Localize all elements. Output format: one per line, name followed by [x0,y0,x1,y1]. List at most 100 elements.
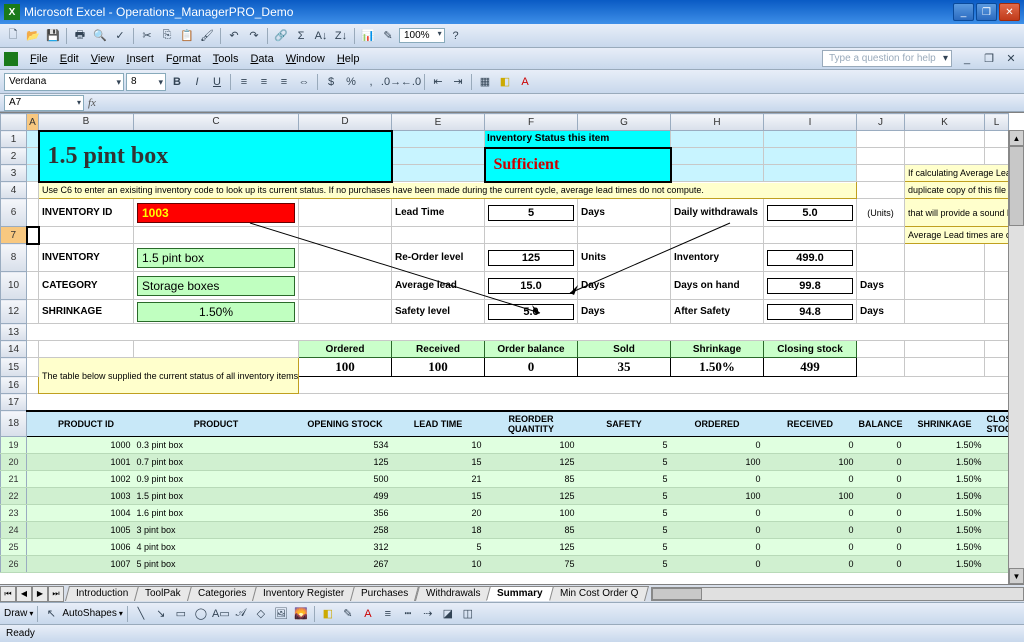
workbook-icon[interactable] [4,52,18,66]
close-button[interactable]: ✕ [999,3,1020,21]
column-headers[interactable]: ABCDEFGHIJKL [1,114,1009,131]
scroll-down-button[interactable]: ▼ [1009,568,1024,584]
font-color-icon[interactable]: A [516,73,534,91]
line-color-icon[interactable]: ✎ [339,605,357,623]
align-left-icon[interactable]: ≡ [235,73,253,91]
tab-next-button[interactable]: ▶ [32,586,48,602]
select-objects-icon[interactable]: ↖ [42,605,60,623]
redo-icon[interactable]: ↷ [245,27,263,45]
menu-file[interactable]: File [24,51,54,67]
open-icon[interactable]: 📂 [24,27,42,45]
scroll-thumb[interactable] [1009,146,1024,226]
sort-asc-icon[interactable]: A↓ [312,27,330,45]
menu-edit[interactable]: Edit [54,51,85,67]
fill-color-icon[interactable]: ◧ [496,73,514,91]
undo-icon[interactable]: ↶ [225,27,243,45]
print-icon[interactable]: 🖶 [71,27,89,45]
hyperlink-icon[interactable]: 🔗 [272,27,290,45]
sheet-tab[interactable]: Summary [486,586,554,601]
clipart-icon[interactable]: 🖼 [272,605,290,623]
font-color-draw-icon[interactable]: A [359,605,377,623]
decrease-decimal-icon[interactable]: ←.0 [402,73,420,91]
help-search[interactable]: Type a question for help [822,50,952,67]
doc-restore-button[interactable]: ❐ [980,50,998,68]
maximize-button[interactable]: ❐ [976,3,997,21]
table-row[interactable]: 2210031.5 pint box49915125510010001.50% [1,487,1009,504]
3d-icon[interactable]: ◫ [459,605,477,623]
selected-cell[interactable] [27,227,39,244]
new-icon[interactable]: 🗋 [4,27,22,45]
sheet-tab[interactable]: Categories [187,586,257,601]
font-size-combo[interactable]: 8 [126,73,166,91]
arrow-icon[interactable]: ↘ [152,605,170,623]
preview-icon[interactable]: 🔍 [91,27,109,45]
sort-desc-icon[interactable]: Z↓ [332,27,350,45]
table-row[interactable]: 2110020.9 pint box500218550001.50% [1,470,1009,487]
comma-icon[interactable]: , [362,73,380,91]
bold-button[interactable]: B [168,73,186,91]
menu-view[interactable]: View [85,51,121,67]
save-icon[interactable]: 💾 [44,27,62,45]
paste-icon[interactable]: 📋 [178,27,196,45]
name-box[interactable]: A7 [4,95,84,111]
rectangle-icon[interactable]: ▭ [172,605,190,623]
help-icon[interactable]: ? [447,27,465,45]
spell-icon[interactable]: ✓ [111,27,129,45]
tab-first-button[interactable]: ⏮ [0,586,16,602]
table-row[interactable]: 2610075 pint box267107550001.50% [1,555,1009,572]
draw-menu[interactable]: Draw [4,608,27,619]
merge-center-icon[interactable]: ⇔ [295,73,313,91]
doc-close-button[interactable]: ✕ [1002,50,1020,68]
decrease-indent-icon[interactable]: ⇤ [429,73,447,91]
fx-icon[interactable]: fx [88,97,96,109]
cut-icon[interactable]: ✂ [138,27,156,45]
oval-icon[interactable]: ◯ [192,605,210,623]
sheet-tab[interactable]: Inventory Register [252,586,355,601]
wordart-icon[interactable]: 𝒜 [232,605,250,623]
menu-window[interactable]: Window [280,51,331,67]
sheet-tab[interactable]: Introduction [65,586,139,601]
doc-minimize-button[interactable]: _ [958,50,976,68]
align-center-icon[interactable]: ≡ [255,73,273,91]
underline-button[interactable]: U [208,73,226,91]
line-style-icon[interactable]: ≡ [379,605,397,623]
textbox-icon[interactable]: A▭ [212,605,230,623]
drawing-icon[interactable]: ✎ [379,27,397,45]
copy-icon[interactable]: ⎘ [158,27,176,45]
row-header[interactable]: 1 [1,131,27,148]
diagram-icon[interactable]: ◇ [252,605,270,623]
vertical-scrollbar[interactable]: ▲ ▼ [1008,130,1024,584]
tab-prev-button[interactable]: ◀ [16,586,32,602]
currency-icon[interactable]: $ [322,73,340,91]
format-painter-icon[interactable]: 🖌 [198,27,216,45]
borders-icon[interactable]: ▦ [476,73,494,91]
tab-last-button[interactable]: ⏭ [48,586,64,602]
minimize-button[interactable]: _ [953,3,974,21]
percent-icon[interactable]: % [342,73,360,91]
chart-icon[interactable]: 📊 [359,27,377,45]
spreadsheet-grid[interactable]: ABCDEFGHIJKL 1 1.5 pint box Inventory St… [0,112,1024,602]
menu-help[interactable]: Help [331,51,366,67]
picture-icon[interactable]: 🌄 [292,605,310,623]
menu-tools[interactable]: Tools [207,51,245,67]
menu-insert[interactable]: Insert [120,51,160,67]
scroll-up-button[interactable]: ▲ [1009,130,1024,146]
italic-button[interactable]: I [188,73,206,91]
sheet-tab[interactable]: Min Cost Order Q [549,586,649,601]
zoom-combo[interactable]: 100% [399,28,445,43]
sheet-tab[interactable]: Purchases [350,586,419,601]
table-row[interactable]: 1910000.3 pint box5341010050001.50% [1,436,1009,453]
increase-decimal-icon[interactable]: .0→ [382,73,400,91]
autosum-icon[interactable]: Σ [292,27,310,45]
inventory-id-field[interactable]: 1003 [137,203,295,223]
sheet-tab[interactable]: ToolPak [134,586,192,601]
font-name-combo[interactable]: Verdana [4,73,124,91]
table-row[interactable]: 2010010.7 pint box12515125510010001.50% [1,453,1009,470]
shadow-icon[interactable]: ◪ [439,605,457,623]
sheet-tab[interactable]: Withdrawals [415,586,491,601]
arrow-style-icon[interactable]: ⇢ [419,605,437,623]
menu-data[interactable]: Data [244,51,279,67]
increase-indent-icon[interactable]: ⇥ [449,73,467,91]
fill-color-draw-icon[interactable]: ◧ [319,605,337,623]
table-row[interactable]: 2310041.6 pint box3562010050001.50% [1,504,1009,521]
